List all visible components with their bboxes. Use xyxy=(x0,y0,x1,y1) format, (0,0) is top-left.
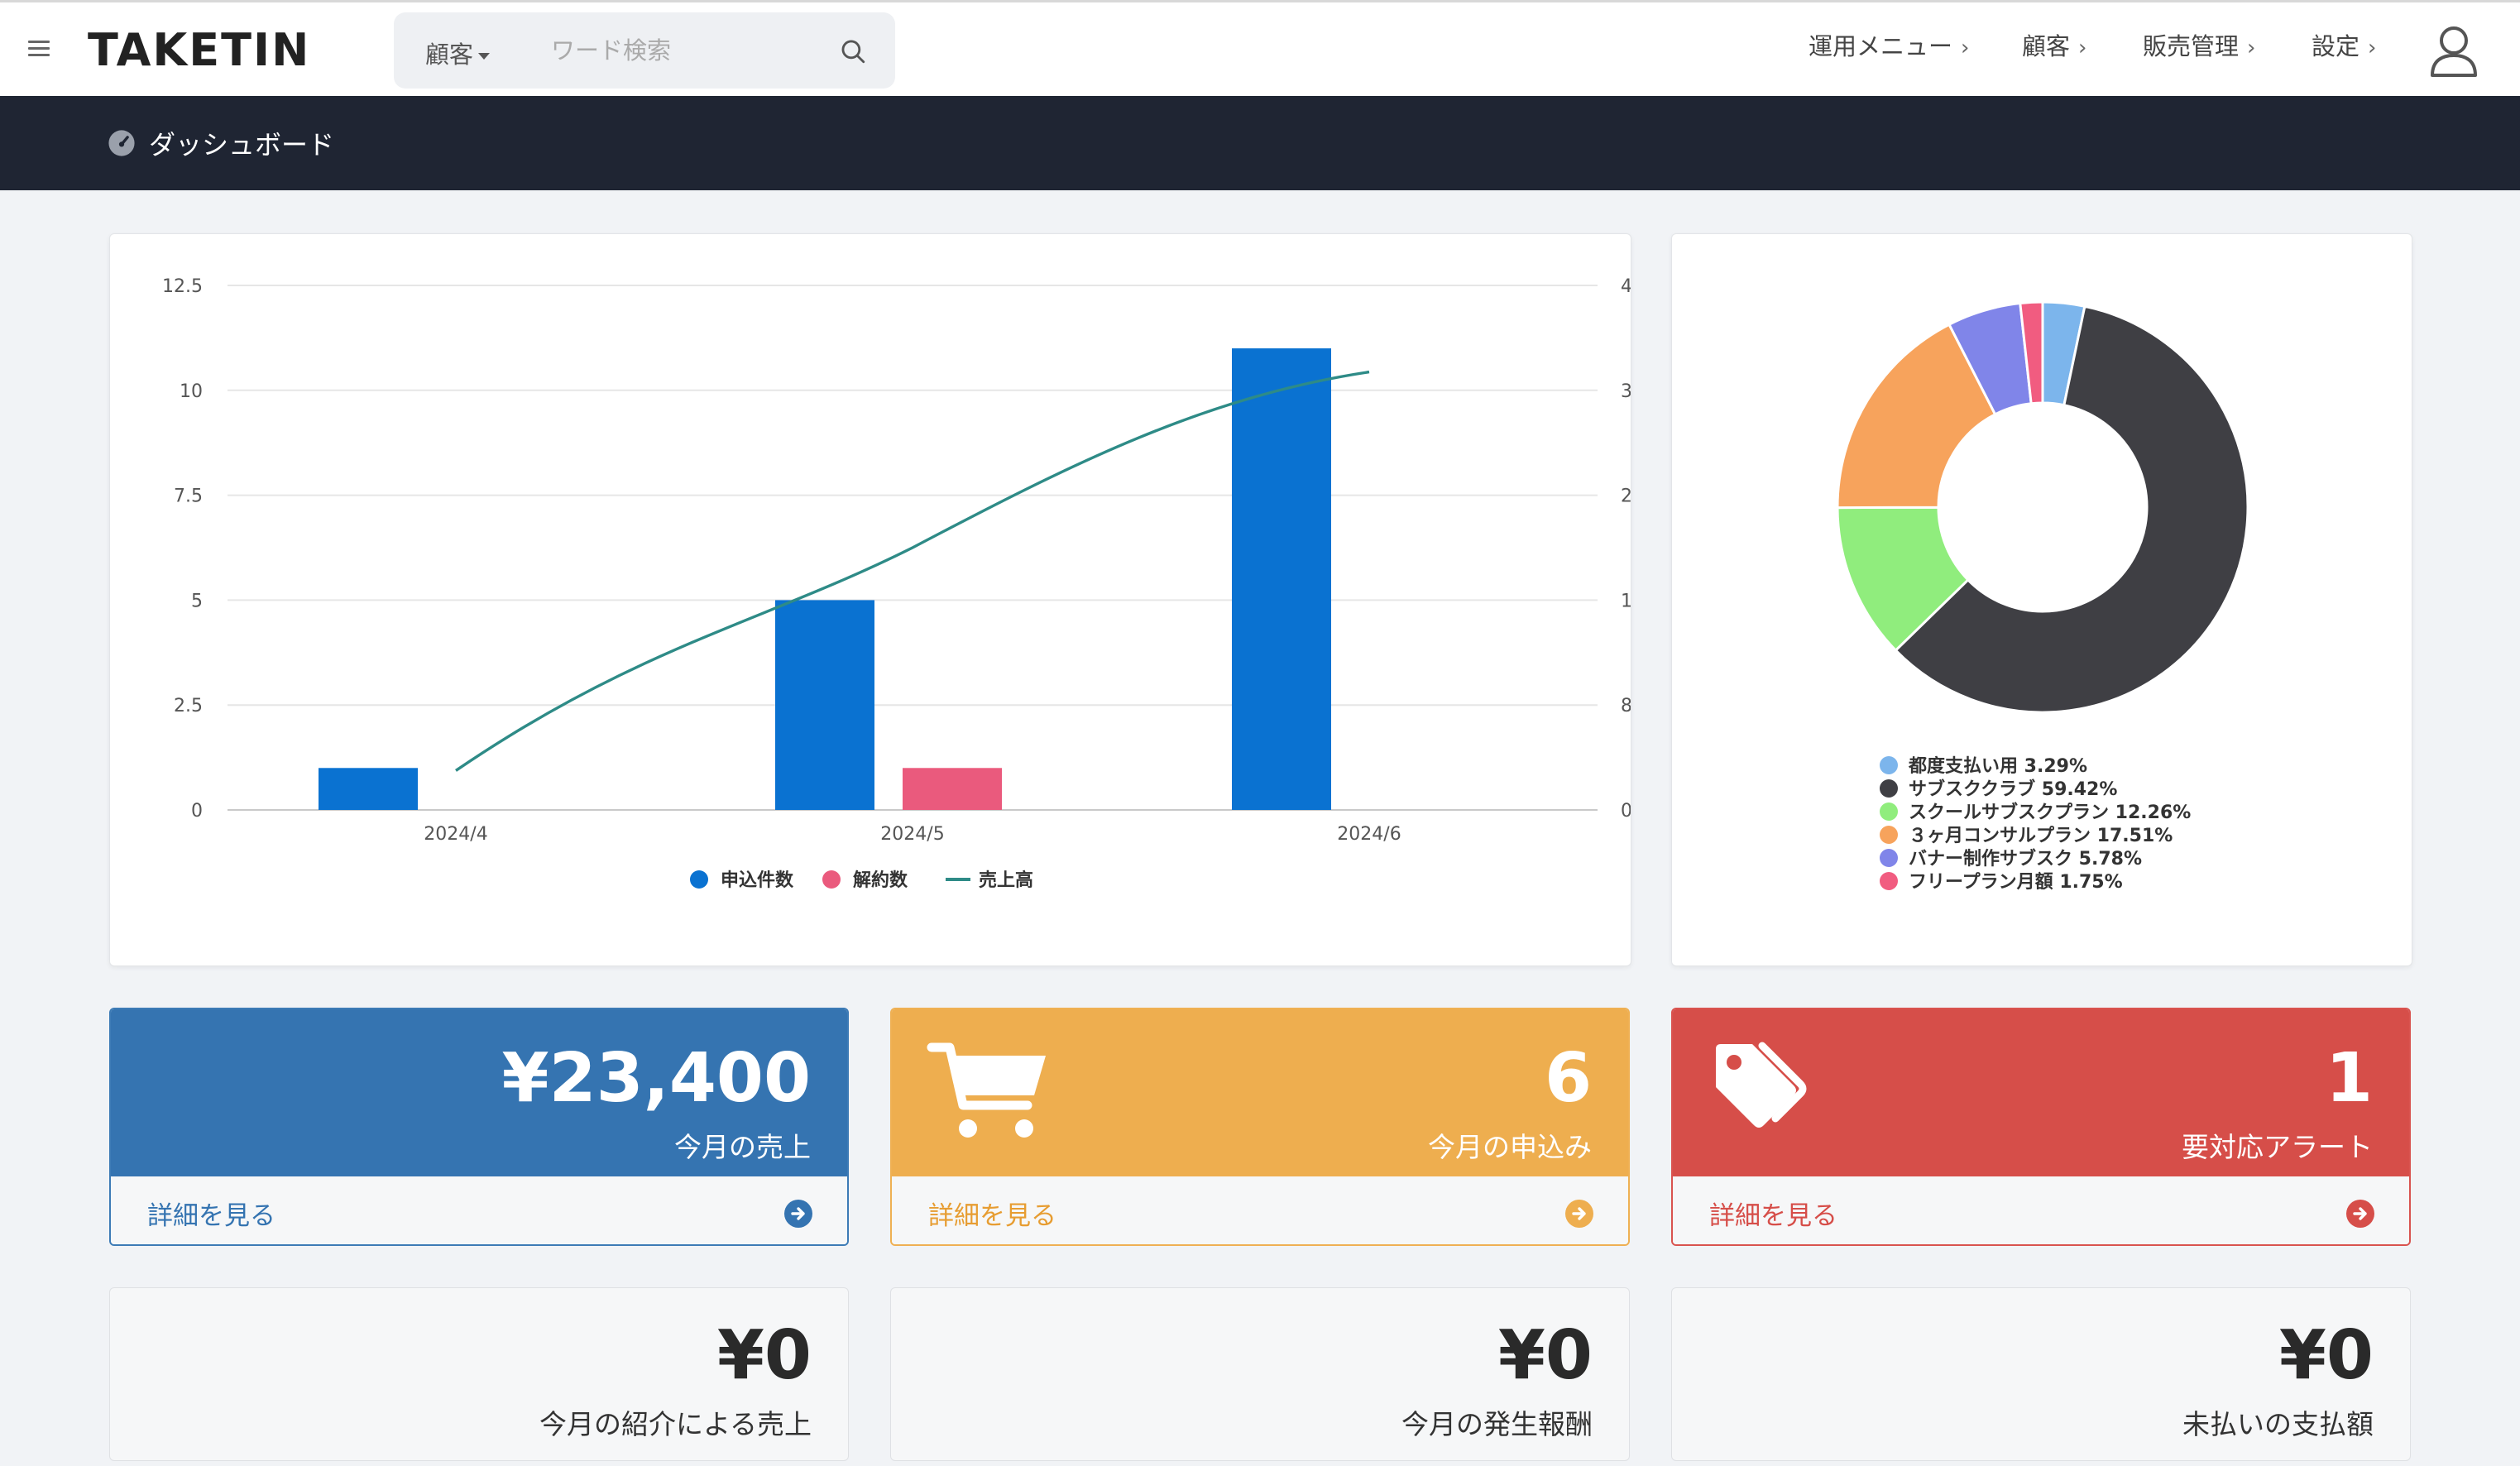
nav-operations-menu[interactable]: 運用メニュー › xyxy=(1809,27,1969,62)
legend-label: バナー制作サブスク 5.78% xyxy=(1909,848,2142,870)
legend-label: 解約数 xyxy=(853,870,908,891)
legend-marker xyxy=(1880,849,1898,867)
app-logo[interactable]: TAKETIN xyxy=(88,24,310,76)
stat-label: 今月の売上 xyxy=(674,1131,811,1163)
monthly-sales-box: ¥23,400 今月の売上 詳細を見る xyxy=(109,1008,849,1246)
y-left-tick-label: 10 xyxy=(180,381,203,402)
nav-settings[interactable]: 設定 › xyxy=(2312,27,2376,62)
nav-sales-management[interactable]: 販売管理 › xyxy=(2143,27,2255,62)
legend-label: サブスククラブ 59.42% xyxy=(1909,779,2117,800)
chevron-right-icon: › xyxy=(2368,36,2377,60)
generated-reward-box: ¥0 今月の発生報酬 xyxy=(890,1287,1630,1461)
y-right-tick-label: 8000 xyxy=(1621,696,1631,716)
legend-marker xyxy=(1880,872,1898,890)
cart-icon xyxy=(927,1042,1046,1138)
legend-label: ３ヶ月コンサルプラン 17.51% xyxy=(1909,826,2173,846)
stat-label: 今月の紹介による売上 xyxy=(539,1408,812,1440)
stat-value: ¥23,400 xyxy=(501,1039,811,1118)
x-tick-label: 2024/5 xyxy=(880,824,944,845)
plan-share-donut-card: 都度支払い用 3.29% サブスククラブ 59.42% スクールサブスクプラン 12… xyxy=(1671,233,2412,966)
search-category-dropdown[interactable]: 顧客 xyxy=(425,36,491,70)
bar-applications xyxy=(1232,348,1331,810)
nav-label: 運用メニュー xyxy=(1809,32,1953,60)
search-bar: 顧客 xyxy=(394,12,895,89)
search-input[interactable] xyxy=(549,29,801,72)
y-right-tick-label: 24 000 xyxy=(1621,486,1631,507)
legend-label: 都度支払い用 3.29% xyxy=(1908,755,2087,777)
stat-label: 今月の申込み xyxy=(1428,1131,1592,1163)
arrow-right-circle-icon[interactable] xyxy=(784,1200,812,1228)
legend-marker xyxy=(1880,779,1898,798)
stat-value: ¥0 xyxy=(716,1316,812,1395)
donut-chart: 都度支払い用 3.29%サブスククラブ 59.42%スクールサブスクプラン 12… xyxy=(1836,300,2249,893)
y-left-tick-label: 2.5 xyxy=(174,696,203,716)
legend-marker xyxy=(1880,756,1898,774)
stat-label: 要対応アラート xyxy=(2182,1131,2373,1163)
arrow-right-circle-icon[interactable] xyxy=(1565,1200,1593,1228)
stat-value: ¥0 xyxy=(1497,1316,1593,1395)
details-link-bar[interactable]: 詳細を見る xyxy=(1673,1176,2409,1244)
search-category-label: 顧客 xyxy=(425,41,474,69)
tags-icon xyxy=(1716,1042,1807,1128)
details-link-bar[interactable]: 詳細を見る xyxy=(892,1176,1628,1244)
stat-value: 6 xyxy=(1544,1039,1592,1118)
y-right-tick-label: 16 000 xyxy=(1621,591,1631,611)
y-left-tick-label: 5 xyxy=(191,591,203,611)
page-title: ダッシュボード xyxy=(149,129,335,160)
combo-chart: 0 2.5 5 7.5 10 12.5 0 8000 16 000 24 000 32 000 40 … xyxy=(162,276,1631,891)
details-link[interactable]: 詳細を見る xyxy=(147,1195,275,1232)
stat-header: ¥23,400 今月の売上 xyxy=(111,1009,847,1176)
caret-down-icon xyxy=(478,53,491,60)
top-navbar: TAKETIN 顧客 運用メニュー › 顧客 › 販売管理 › 設定 › xyxy=(0,0,2520,96)
x-tick-label: 2024/4 xyxy=(424,824,487,845)
bar-cancellations xyxy=(903,768,1002,810)
legend-label: スクールサブスクプラン 12.26% xyxy=(1909,802,2191,823)
legend-label: 売上高 xyxy=(979,870,1033,891)
legend-marker xyxy=(690,870,708,889)
y-right-tick-label: 32 000 xyxy=(1621,381,1631,402)
stat-label: 今月の発生報酬 xyxy=(1401,1408,1593,1440)
referral-sales-box: ¥0 今月の紹介による売上 xyxy=(109,1287,849,1461)
menu-icon[interactable] xyxy=(28,41,50,59)
chevron-right-icon: › xyxy=(1961,36,1970,60)
stat-value: ¥0 xyxy=(2278,1316,2374,1395)
monthly-applications-box: 6 今月の申込み 詳細を見る xyxy=(890,1008,1630,1246)
stat-header: 6 今月の申込み xyxy=(892,1009,1628,1176)
details-link-bar[interactable]: 詳細を見る xyxy=(111,1176,847,1244)
legend-marker xyxy=(822,870,841,889)
y-right-tick-label: 40 000 xyxy=(1621,276,1631,297)
unpaid-amount-box: ¥0 未払いの支払額 xyxy=(1671,1287,2411,1461)
chevron-right-icon: › xyxy=(2247,36,2256,60)
details-link[interactable]: 詳細を見る xyxy=(1709,1195,1837,1232)
y-left-tick-label: 7.5 xyxy=(174,486,203,507)
stat-header: 1 要対応アラート xyxy=(1673,1009,2409,1176)
nav-label: 顧客 xyxy=(2022,32,2071,60)
sales-combo-chart-card: 0 2.5 5 7.5 10 12.5 0 8000 16 000 24 000 32 000 40 … xyxy=(109,233,1631,966)
legend-label: フリープラン月額 1.75% xyxy=(1909,871,2123,893)
search-icon[interactable] xyxy=(839,37,867,65)
details-link[interactable]: 詳細を見る xyxy=(928,1195,1056,1232)
legend-label: 申込件数 xyxy=(721,870,794,891)
stat-label: 未払いの支払額 xyxy=(2182,1408,2374,1440)
nav-label: 販売管理 xyxy=(2143,32,2240,60)
logo-text: TAKETIN xyxy=(88,24,311,76)
page-title-bar: ダッシュボード xyxy=(0,96,2520,190)
chevron-right-icon: › xyxy=(2078,36,2087,60)
y-right-tick-label: 0 xyxy=(1621,801,1631,822)
x-tick-label: 2024/6 xyxy=(1337,824,1401,845)
dashboard-gauge-icon xyxy=(108,130,135,156)
user-avatar-icon[interactable] xyxy=(2427,22,2480,79)
y-left-tick-label: 0 xyxy=(191,801,203,822)
nav-label: 設定 xyxy=(2312,32,2360,60)
action-alerts-box: 1 要対応アラート 詳細を見る xyxy=(1671,1008,2411,1246)
legend-marker xyxy=(1880,826,1898,844)
stat-value: 1 xyxy=(2325,1039,2373,1118)
bar-applications xyxy=(319,768,418,810)
arrow-right-circle-icon[interactable] xyxy=(2346,1200,2374,1228)
y-left-tick-label: 12.5 xyxy=(162,276,203,297)
nav-customers[interactable]: 顧客 › xyxy=(2022,27,2086,62)
legend-marker xyxy=(1880,802,1898,821)
bar-applications xyxy=(775,600,874,810)
